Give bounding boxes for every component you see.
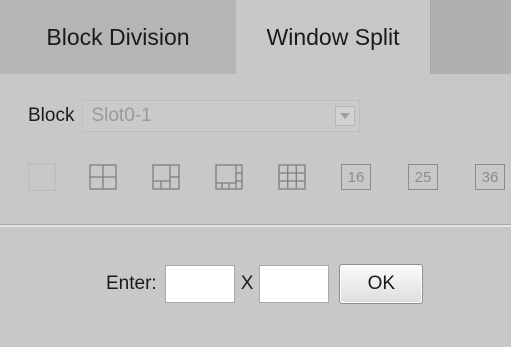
split-36-button[interactable]: 36 [475, 164, 505, 190]
split-mode-toolbar: 16 25 36 [28, 160, 511, 196]
grid-3x3-icon[interactable] [278, 163, 306, 191]
grid-1plus5-icon[interactable] [152, 163, 180, 191]
split-16-button[interactable]: 16 [341, 164, 371, 190]
block-selector-row: Block Slot0-1 [28, 98, 361, 134]
split-25-label: 25 [414, 168, 432, 186]
rows-input[interactable] [164, 265, 235, 303]
tab-window-split-label: Window Split [266, 23, 400, 50]
split-25-button[interactable]: 25 [408, 164, 438, 190]
columns-input[interactable] [259, 265, 330, 303]
tab-bar-filler [430, 0, 511, 74]
blank-split-icon[interactable] [28, 163, 56, 191]
split-16-label: 16 [347, 168, 365, 186]
block-select[interactable]: Slot0-1 [82, 100, 361, 132]
tab-block-division-label: Block Division [46, 23, 190, 50]
tab-block-division[interactable]: Block Division [0, 0, 236, 74]
chevron-down-icon[interactable] [335, 106, 356, 126]
custom-split-row: Enter: X OK [106, 264, 424, 304]
enter-label: Enter: [106, 273, 157, 294]
block-select-value: Slot0-1 [91, 105, 152, 126]
x-label: X [240, 273, 254, 294]
block-label: Block [28, 105, 75, 126]
grid-1plus7-icon[interactable] [215, 163, 243, 191]
tab-bar: Block Division Window Split [0, 0, 511, 74]
ok-button[interactable]: OK [339, 264, 424, 304]
split-36-label: 36 [481, 168, 499, 186]
tab-window-split[interactable]: Window Split [236, 0, 430, 74]
grid-2x2-icon[interactable] [89, 163, 117, 191]
section-divider [0, 224, 511, 227]
